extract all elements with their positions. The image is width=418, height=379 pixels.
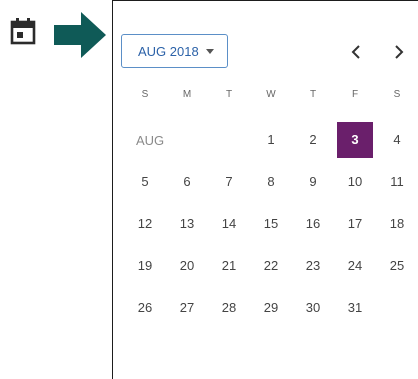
calendar-day[interactable]: 24 xyxy=(337,248,373,284)
calendar-day[interactable]: 17 xyxy=(337,206,373,242)
calendar-day[interactable]: 30 xyxy=(295,290,331,326)
calendar-day[interactable]: 12 xyxy=(127,206,163,242)
calendar-day[interactable]: 31 xyxy=(337,290,373,326)
screen: AUG 2018 SMTWTFS AUG 1 2 3 4 5 6 7 8 9 10 11 12 13 14… xyxy=(0,0,418,379)
chevron-right-icon xyxy=(395,45,404,59)
calendar-day[interactable]: 29 xyxy=(253,290,289,326)
calendar-day[interactable]: 18 xyxy=(379,206,415,242)
calendar-day[interactable]: 23 xyxy=(295,248,331,284)
weekday-label: S xyxy=(393,89,401,100)
calendar-day[interactable]: 27 xyxy=(169,290,205,326)
month-year-selector[interactable]: AUG 2018 xyxy=(121,34,228,68)
month-year-label: AUG 2018 xyxy=(138,43,199,59)
selected-day[interactable]: 3 xyxy=(337,122,373,158)
calendar-day[interactable]: 15 xyxy=(253,206,289,242)
weekday-label: M xyxy=(182,89,192,100)
next-month-button[interactable] xyxy=(388,40,410,64)
pointer-arrow-icon xyxy=(54,12,106,58)
caret-down-icon xyxy=(205,48,214,54)
calendar-day[interactable]: 19 xyxy=(127,248,163,284)
weekday-label: T xyxy=(225,89,233,100)
calendar-day[interactable]: 21 xyxy=(211,248,247,284)
month-label: AUG xyxy=(136,133,165,148)
calendar-day[interactable]: 28 xyxy=(211,290,247,326)
calendar-day[interactable]: 7 xyxy=(211,164,247,200)
calendar-icon[interactable] xyxy=(10,17,36,45)
calendar-day[interactable]: 5 xyxy=(127,164,163,200)
calendar-day[interactable]: 1 xyxy=(253,122,289,158)
calendar-day[interactable]: 25 xyxy=(379,248,415,284)
weekday-label: S xyxy=(141,89,149,100)
calendar-day[interactable]: 14 xyxy=(211,206,247,242)
calendar-day[interactable]: 8 xyxy=(253,164,289,200)
calendar-day[interactable]: 6 xyxy=(169,164,205,200)
weekday-label: T xyxy=(309,89,317,100)
weekday-label: W xyxy=(266,89,276,100)
calendar-day[interactable]: 11 xyxy=(379,164,415,200)
calendar-day[interactable]: 22 xyxy=(253,248,289,284)
calendar-day[interactable]: 26 xyxy=(127,290,163,326)
calendar-day[interactable]: 10 xyxy=(337,164,373,200)
calendar-day[interactable]: 16 xyxy=(295,206,331,242)
calendar-day[interactable]: 9 xyxy=(295,164,331,200)
weekday-label: F xyxy=(351,89,359,100)
previous-month-button[interactable] xyxy=(345,40,367,64)
calendar-day[interactable]: 2 xyxy=(295,122,331,158)
calendar-day[interactable]: 4 xyxy=(379,122,415,158)
calendar-day[interactable]: 20 xyxy=(169,248,205,284)
chevron-left-icon xyxy=(351,45,360,59)
calendar-day[interactable]: 13 xyxy=(169,206,205,242)
